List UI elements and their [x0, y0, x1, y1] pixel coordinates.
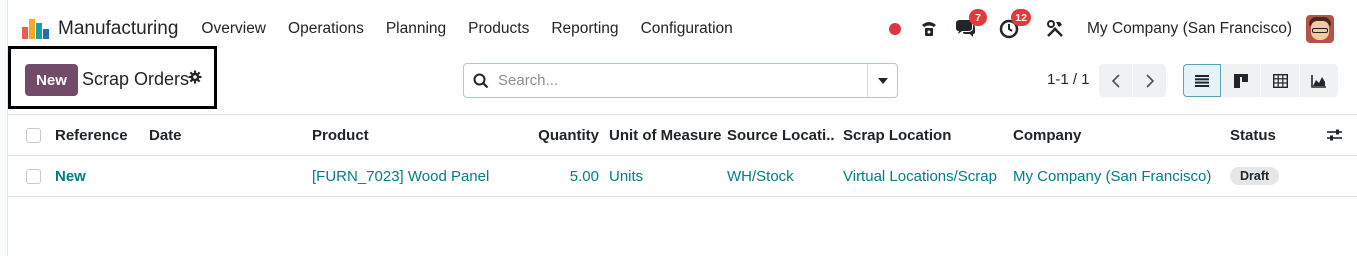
search-bar	[463, 63, 898, 98]
list-view-button[interactable]	[1183, 64, 1221, 97]
manufacturing-app-icon	[22, 19, 50, 39]
pivot-view-button[interactable]	[1261, 64, 1299, 97]
view-switcher	[1183, 64, 1339, 97]
activity-clock-icon[interactable]: 12	[997, 9, 1031, 41]
tools-icon[interactable]	[1043, 17, 1067, 41]
app-brand[interactable]: Manufacturing	[22, 18, 178, 40]
optional-columns-toggle-icon[interactable]	[1326, 115, 1343, 155]
column-header-company[interactable]: Company	[1013, 115, 1081, 155]
menu-item-products[interactable]: Products	[457, 20, 540, 38]
pager-previous-button[interactable]	[1099, 64, 1132, 97]
pivot-view-icon	[1272, 73, 1288, 88]
column-header-status[interactable]: Status	[1230, 115, 1276, 155]
column-header-date[interactable]: Date	[149, 115, 182, 155]
chevron-left-icon	[1111, 73, 1120, 88]
table-header: Reference Date Product Quantity Unit of …	[8, 114, 1357, 156]
menu-item-operations[interactable]: Operations	[277, 20, 375, 38]
status-badge: Draft	[1230, 167, 1280, 185]
column-header-quantity[interactable]: Quantity	[528, 115, 599, 155]
menu-item-reporting[interactable]: Reporting	[540, 20, 629, 38]
cell-scrap-location[interactable]: Virtual Locations/Scrap	[843, 156, 997, 196]
search-icon	[464, 73, 498, 89]
column-header-product[interactable]: Product	[312, 115, 369, 155]
messages-icon[interactable]: 7	[953, 9, 987, 41]
main-menu: Overview Operations Planning Products Re…	[190, 20, 743, 38]
pager-next-button[interactable]	[1133, 64, 1166, 97]
activities-count-badge: 12	[1011, 9, 1031, 26]
cell-uom[interactable]: Units	[609, 156, 643, 196]
systray: 7 12 My Company (San Francisco)	[888, 6, 1357, 52]
menu-item-overview[interactable]: Overview	[190, 20, 277, 38]
column-header-reference[interactable]: Reference	[55, 115, 128, 155]
scrap-orders-table: Reference Date Product Quantity Unit of …	[8, 114, 1357, 197]
app-name: Manufacturing	[58, 18, 179, 39]
cell-status: Draft	[1230, 156, 1280, 196]
pager-value[interactable]: 1-1 / 1	[1047, 71, 1090, 88]
column-header-scrap-location[interactable]: Scrap Location	[843, 115, 951, 155]
cell-company[interactable]: My Company (San Francisco)	[1013, 156, 1211, 196]
column-header-source-location[interactable]: Source Locati...	[727, 115, 835, 155]
kanban-view-icon	[1234, 73, 1248, 88]
cell-product[interactable]: [FURN_7023] Wood Panel	[312, 156, 489, 196]
cell-reference: New	[55, 167, 86, 185]
recording-dot-icon[interactable]	[888, 23, 901, 35]
messages-count-badge: 7	[968, 9, 987, 26]
company-switcher[interactable]: My Company (San Francisco)	[1087, 20, 1292, 38]
phone-icon[interactable]	[917, 17, 941, 41]
cell-source-location[interactable]: WH/Stock	[727, 156, 794, 196]
graph-view-button[interactable]	[1300, 64, 1338, 97]
row-checkbox[interactable]	[26, 156, 41, 196]
annotation-highlight-box	[8, 46, 217, 109]
cell-quantity: 5.00	[569, 167, 599, 185]
graph-view-icon	[1311, 74, 1326, 88]
menu-item-planning[interactable]: Planning	[375, 20, 457, 38]
select-all-checkbox[interactable]	[26, 115, 41, 155]
column-header-uom[interactable]: Unit of Measure	[609, 115, 722, 155]
table-row[interactable]: New [FURN_7023] Wood Panel 5.00 Units WH…	[8, 156, 1357, 197]
caret-down-icon	[877, 77, 888, 84]
kanban-view-button[interactable]	[1222, 64, 1260, 97]
chevron-right-icon	[1145, 73, 1154, 88]
search-options-toggle[interactable]	[867, 64, 897, 97]
search-input[interactable]	[498, 72, 867, 89]
user-avatar[interactable]	[1306, 15, 1334, 43]
menu-item-configuration[interactable]: Configuration	[630, 20, 744, 38]
app-frame: Manufacturing Overview Operations Planni…	[7, 0, 1357, 256]
list-view-icon	[1195, 74, 1209, 87]
